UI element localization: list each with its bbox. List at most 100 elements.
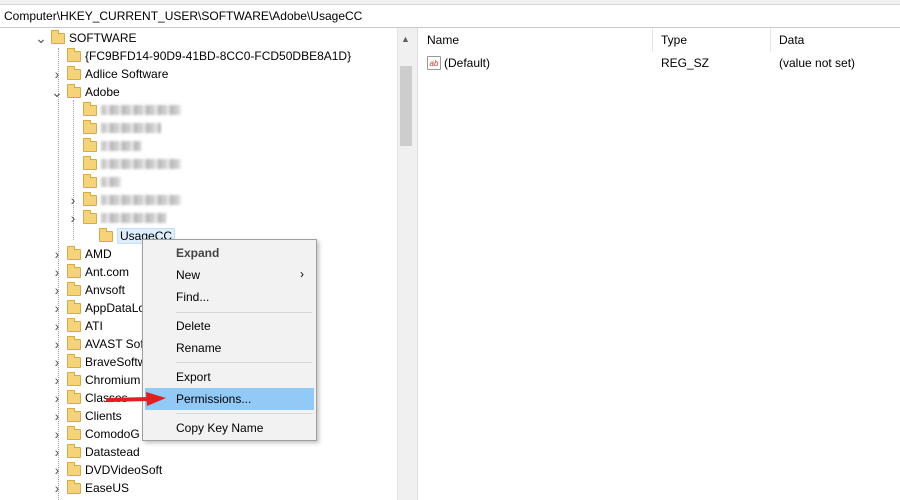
- tree-scrollbar[interactable]: ▲: [397, 28, 414, 500]
- tree-item-label: AVAST Sof: [85, 337, 144, 351]
- address-bar[interactable]: Computer\HKEY_CURRENT_USER\SOFTWARE\Adob…: [0, 5, 900, 28]
- tree-item-key[interactable]: › ATI: [50, 317, 103, 335]
- chevron-right-icon[interactable]: ›: [50, 407, 64, 425]
- folder-icon: [67, 371, 81, 386]
- folder-icon: [67, 281, 81, 296]
- folder-icon: [67, 245, 81, 260]
- menu-separator: [176, 312, 312, 313]
- menu-item-export[interactable]: Export: [145, 366, 314, 388]
- folder-icon: [67, 461, 81, 476]
- tree-item-key[interactable]: › EaseUS: [50, 479, 129, 497]
- chevron-right-icon[interactable]: ›: [50, 461, 64, 479]
- tree-item-label: EaseUS: [85, 481, 130, 495]
- value-row[interactable]: ab (Default) REG_SZ (value not set): [419, 54, 900, 72]
- folder-icon: [83, 155, 97, 170]
- tree-item-label: Datastead: [85, 445, 140, 459]
- chevron-down-icon[interactable]: ⌄: [34, 29, 48, 47]
- tree-item-key[interactable]: › DVDVideoSoft: [50, 461, 162, 479]
- tree-item-key[interactable]: › AMD: [50, 245, 112, 263]
- folder-icon: [83, 173, 97, 188]
- menu-item-new[interactable]: New ›: [145, 264, 314, 286]
- menu-separator: [176, 413, 312, 414]
- tree-item-key[interactable]: › Anvsoft: [50, 281, 125, 299]
- tree-item-key[interactable]: › Chromium: [50, 371, 140, 389]
- values-list-header: Name Type Data: [419, 28, 900, 52]
- tree-item-label: Adobe: [85, 85, 120, 99]
- tree-item-label: Adlice Software: [85, 67, 169, 81]
- tree-item-key[interactable]: › BraveSoftw: [50, 353, 146, 371]
- folder-icon: [67, 389, 81, 404]
- tree-item-label: AMD: [85, 247, 112, 261]
- tree-item-key[interactable]: › Ant.com: [50, 263, 129, 281]
- redacted-key-name: [101, 195, 181, 205]
- tree-item-key[interactable]: › AVAST Sof: [50, 335, 144, 353]
- tree-item-adobe-subkey[interactable]: [66, 101, 181, 119]
- redacted-key-name: [101, 177, 121, 187]
- chevron-down-icon[interactable]: ⌄: [50, 83, 64, 101]
- menu-item-copy-key-name[interactable]: Copy Key Name: [145, 417, 314, 439]
- folder-icon: [51, 29, 65, 44]
- chevron-right-icon[interactable]: ›: [50, 299, 64, 317]
- tree-item-guid[interactable]: {FC9BFD14-90D9-41BD-8CC0-FCD50DBE8A1D}: [50, 47, 351, 65]
- tree-item-adobe-subkey[interactable]: [66, 119, 161, 137]
- chevron-right-icon[interactable]: ›: [50, 425, 64, 443]
- address-path[interactable]: Computer\HKEY_CURRENT_USER\SOFTWARE\Adob…: [4, 9, 362, 23]
- column-name[interactable]: Name: [419, 28, 653, 52]
- tree-item-key[interactable]: › Clients: [50, 407, 122, 425]
- chevron-right-icon[interactable]: ›: [50, 335, 64, 353]
- tree-item-adobe[interactable]: ⌄ Adobe: [50, 83, 120, 101]
- folder-icon: [67, 479, 81, 494]
- redacted-key-name: [101, 141, 141, 151]
- menu-item-rename[interactable]: Rename: [145, 337, 314, 359]
- chevron-right-icon[interactable]: ›: [50, 281, 64, 299]
- menu-item-expand[interactable]: Expand: [145, 242, 314, 264]
- chevron-right-icon[interactable]: ›: [50, 317, 64, 335]
- value-name-cell: ab (Default): [427, 54, 490, 72]
- menu-separator: [176, 362, 312, 363]
- column-data[interactable]: Data: [771, 28, 900, 52]
- chevron-right-icon[interactable]: ›: [50, 371, 64, 389]
- menu-item-find[interactable]: Find...: [145, 286, 314, 308]
- folder-icon: [67, 353, 81, 368]
- chevron-right-icon[interactable]: ›: [50, 479, 64, 497]
- tree-item-label: ATI: [85, 319, 103, 333]
- tree-item-label: Ant.com: [85, 265, 130, 279]
- pane-splitter[interactable]: [414, 28, 418, 500]
- tree-item-key[interactable]: › Datastead: [50, 443, 140, 461]
- chevron-right-icon[interactable]: ›: [66, 191, 80, 209]
- chevron-right-icon[interactable]: ›: [66, 209, 80, 227]
- column-type[interactable]: Type: [653, 28, 771, 52]
- folder-icon: [67, 47, 81, 62]
- tree-item-adobe-subkey[interactable]: [66, 137, 141, 155]
- folder-icon: [99, 227, 113, 242]
- chevron-right-icon[interactable]: ›: [50, 245, 64, 263]
- menu-item-delete[interactable]: Delete: [145, 315, 314, 337]
- folder-icon: [83, 191, 97, 206]
- chevron-right-icon[interactable]: ›: [50, 389, 64, 407]
- tree-item-adobe-subkey[interactable]: [66, 173, 121, 191]
- tree-item-key[interactable]: › ComodoG: [50, 425, 140, 443]
- tree-item-key[interactable]: › AppDataLo: [50, 299, 145, 317]
- scroll-up-icon[interactable]: ▲: [401, 34, 410, 44]
- menu-item-permissions[interactable]: Permissions...: [145, 388, 314, 410]
- chevron-right-icon[interactable]: ›: [50, 263, 64, 281]
- chevron-right-icon[interactable]: ›: [50, 353, 64, 371]
- folder-icon: [83, 119, 97, 134]
- chevron-right-icon[interactable]: ›: [50, 65, 64, 83]
- folder-icon: [67, 317, 81, 332]
- scroll-thumb[interactable]: [400, 66, 412, 146]
- tree-item-adlice[interactable]: › Adlice Software: [50, 65, 168, 83]
- folder-icon: [67, 83, 81, 98]
- tree-item-software[interactable]: ⌄ SOFTWARE: [34, 29, 137, 47]
- tree-item-adobe-subkey[interactable]: [66, 155, 181, 173]
- tree-item-label: BraveSoftw: [85, 355, 147, 369]
- chevron-right-icon[interactable]: ›: [50, 443, 64, 461]
- redacted-key-name: [101, 123, 161, 133]
- tree-item-adobe-subkey[interactable]: ›: [66, 209, 166, 227]
- tree-item-adobe-subkey[interactable]: ›: [66, 191, 181, 209]
